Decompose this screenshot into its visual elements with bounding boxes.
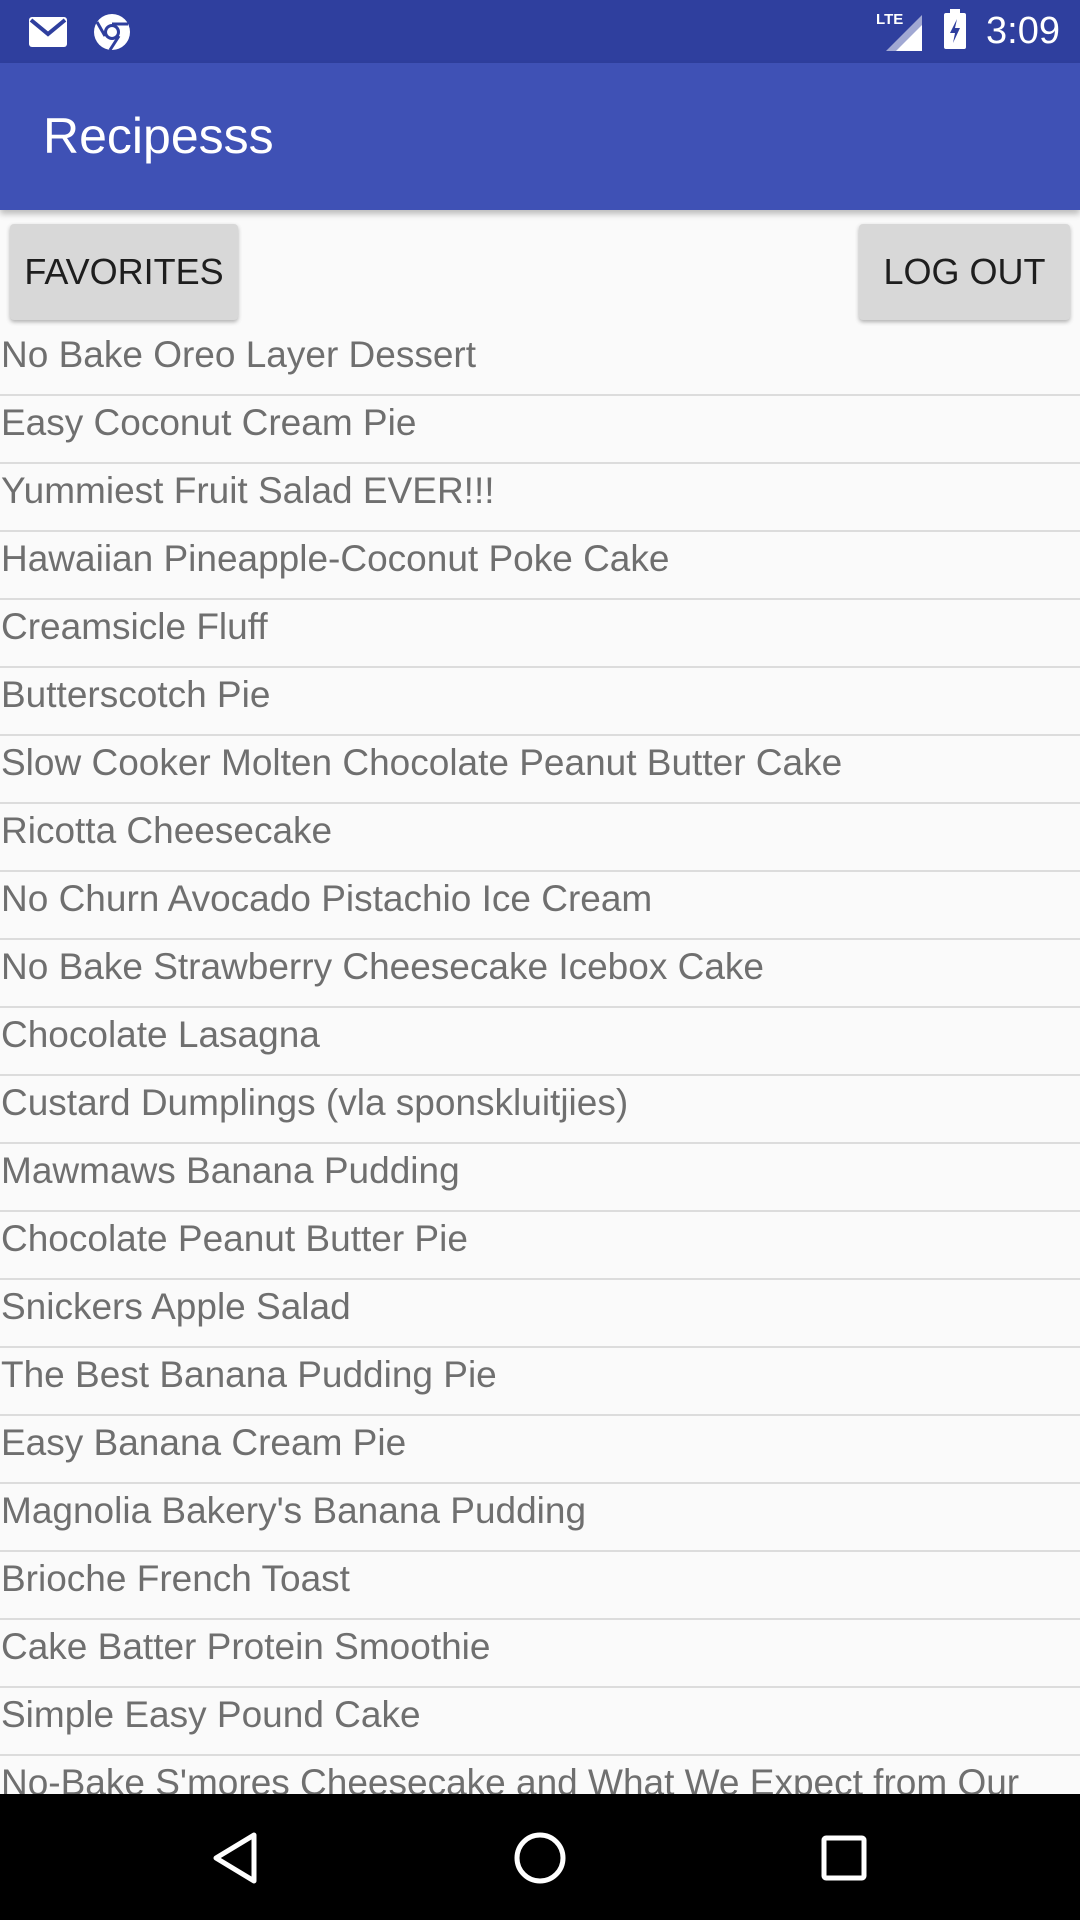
list-item[interactable]: Hawaiian Pineapple-Coconut Poke Cake: [0, 532, 1080, 600]
list-item[interactable]: Brioche French Toast: [0, 1552, 1080, 1620]
list-item[interactable]: Yummiest Fruit Salad EVER!!!: [0, 464, 1080, 532]
list-item[interactable]: Snickers Apple Salad: [0, 1280, 1080, 1348]
list-item[interactable]: Ricotta Cheesecake: [0, 804, 1080, 872]
list-item[interactable]: Cake Batter Protein Smoothie: [0, 1620, 1080, 1688]
list-item[interactable]: The Best Banana Pudding Pie: [0, 1348, 1080, 1416]
list-item[interactable]: Mawmaws Banana Pudding: [0, 1144, 1080, 1212]
list-item[interactable]: Easy Coconut Cream Pie: [0, 396, 1080, 464]
network-type-label: LTE: [876, 11, 904, 28]
list-item[interactable]: Butterscotch Pie: [0, 668, 1080, 736]
status-right-icons: LTE 3:09: [876, 6, 1060, 56]
recents-icon[interactable]: [804, 1818, 884, 1898]
status-left-icons: [28, 12, 132, 57]
home-icon[interactable]: [500, 1818, 580, 1898]
list-item[interactable]: Slow Cooker Molten Chocolate Peanut Butt…: [0, 736, 1080, 804]
status-time: 3:09: [986, 10, 1060, 52]
list-item[interactable]: No Bake Oreo Layer Dessert: [0, 328, 1080, 396]
list-item[interactable]: Custard Dumplings (vla sponskluitjies): [0, 1076, 1080, 1144]
back-icon[interactable]: [195, 1818, 275, 1898]
list-item[interactable]: Easy Banana Cream Pie: [0, 1416, 1080, 1484]
chrome-icon: [92, 12, 132, 57]
list-item[interactable]: No-Bake S'mores Cheesecake and What We E…: [0, 1756, 1080, 1794]
gmail-icon: [28, 16, 68, 53]
app-title: Recipesss: [43, 108, 274, 164]
status-bar: LTE 3:09: [0, 0, 1080, 63]
list-item[interactable]: Chocolate Peanut Butter Pie: [0, 1212, 1080, 1280]
navigation-bar: [0, 1794, 1080, 1920]
list-item[interactable]: Simple Easy Pound Cake: [0, 1688, 1080, 1756]
recipe-list[interactable]: No Bake Oreo Layer Dessert Easy Coconut …: [0, 328, 1080, 1794]
list-item[interactable]: No Churn Avocado Pistachio Ice Cream: [0, 872, 1080, 940]
signal-icon: LTE: [876, 9, 924, 53]
list-item[interactable]: Magnolia Bakery's Banana Pudding: [0, 1484, 1080, 1552]
list-item[interactable]: Creamsicle Fluff: [0, 600, 1080, 668]
favorites-button[interactable]: FAVORITES: [10, 224, 238, 320]
battery-icon: [942, 7, 968, 56]
logout-button[interactable]: LOG OUT: [859, 224, 1070, 320]
list-item[interactable]: No Bake Strawberry Cheesecake Icebox Cak…: [0, 940, 1080, 1008]
app-bar: Recipesss: [0, 63, 1080, 210]
list-item[interactable]: Chocolate Lasagna: [0, 1008, 1080, 1076]
